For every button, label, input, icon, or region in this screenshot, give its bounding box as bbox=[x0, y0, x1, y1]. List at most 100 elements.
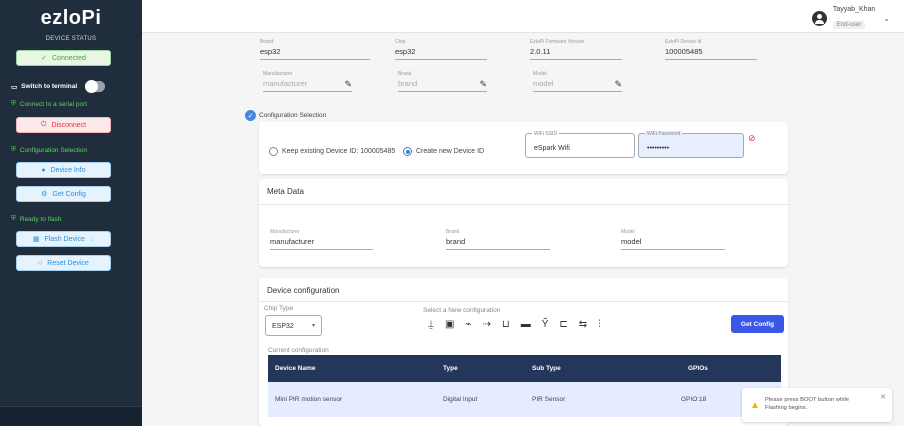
table-row[interactable]: Mini PIR motion sensor Digital Input PIR… bbox=[268, 382, 781, 417]
disconnect-button[interactable]: ⏻ Disconnect bbox=[16, 117, 111, 133]
eye-off-icon[interactable]: ⊘ bbox=[748, 133, 756, 144]
get-config-sidebar-button[interactable]: ⚙ Get Config bbox=[16, 186, 111, 202]
divider bbox=[259, 301, 788, 302]
wifi-ssid-label: WiFi SSID bbox=[532, 131, 560, 137]
chip-type-label: Chip Type bbox=[264, 305, 294, 312]
sidebar: ezloPi DEVICE STATUS ✓ Connected ▭ Switch … bbox=[0, 0, 142, 426]
config-selection-title: Configuration Selection bbox=[259, 112, 327, 119]
gear-icon: ⚙ bbox=[41, 191, 48, 198]
module-icon[interactable]: ▬ bbox=[521, 319, 531, 330]
device-id-field-value: 100005485 bbox=[665, 45, 757, 60]
chip-type-value: ESP32 bbox=[272, 323, 294, 330]
info-icon: ● bbox=[41, 166, 46, 174]
cell-gpios: GPIO:18 bbox=[681, 396, 707, 403]
device-config-title: Device configuration bbox=[267, 286, 340, 295]
config-table-header: Device Name Type Sub Type GPIOs bbox=[268, 355, 781, 382]
brand-field: Brand esp32 bbox=[260, 39, 370, 60]
get-config-sidebar-label: Get Config bbox=[52, 190, 86, 198]
avatar-icon bbox=[811, 11, 827, 26]
step-connect-serial: ⛨ Connect to a serial port bbox=[11, 100, 87, 108]
chip-type-select[interactable]: ESP32 ▾ bbox=[265, 315, 322, 336]
config-selection-card: Keep existing Device ID: 100005485 Creat… bbox=[259, 122, 788, 174]
firmware-field: EzloPi Firmware Version 2.0.11 bbox=[530, 39, 622, 60]
terminal-toggle[interactable] bbox=[85, 80, 106, 93]
connector-icon[interactable]: ⫶ bbox=[598, 319, 601, 330]
meta-model-value[interactable]: model bbox=[621, 235, 725, 250]
firmware-field-value: 2.0.11 bbox=[530, 45, 622, 60]
user-menu[interactable]: Tayyab_Khan End-user ⌄ bbox=[811, 6, 890, 31]
close-icon[interactable]: ✕ bbox=[880, 393, 886, 401]
meta-manufacturer-value[interactable]: manufacturer bbox=[270, 235, 373, 250]
pencil-icon[interactable]: ✎ bbox=[479, 79, 487, 90]
config-icon-row: ⍊ ▣ ⌁ ⇢ ⊔ ▬ Ỹ ⊏ ⇆ ⫶ bbox=[428, 319, 601, 330]
sensor-icon[interactable]: ⍊ bbox=[428, 319, 434, 330]
chip-field-value: esp32 bbox=[395, 45, 487, 60]
keep-existing-radio[interactable] bbox=[269, 147, 278, 156]
toast-notification: ▲ Please press BOOT button while Flashin… bbox=[742, 388, 892, 422]
col-device-name: Device Name bbox=[275, 365, 316, 372]
model-edit-field[interactable]: Model model ✎ bbox=[533, 71, 622, 92]
connected-button[interactable]: ✓ Connected bbox=[16, 50, 111, 66]
reset-icon: ○ bbox=[38, 259, 43, 267]
dropdown-arrow-icon: ▾ bbox=[311, 323, 315, 329]
col-type: Type bbox=[443, 365, 458, 372]
loop-icon[interactable]: ⇆ bbox=[579, 319, 587, 330]
get-config-button[interactable]: Get Config bbox=[731, 315, 784, 333]
shield-check-icon: ⛨ bbox=[11, 215, 16, 222]
meta-data-card: Meta Data Manufacturer manufacturer Brand… bbox=[259, 179, 788, 267]
pencil-icon[interactable]: ✎ bbox=[344, 79, 352, 90]
chip-field: Chip esp32 bbox=[395, 39, 487, 60]
flash-device-button[interactable]: ▦ Flash Device ◌ bbox=[16, 231, 111, 247]
disconnect-label: Disconnect bbox=[51, 121, 87, 129]
meta-model-field[interactable]: Model model bbox=[621, 229, 725, 250]
spinner-icon: ◌ bbox=[89, 235, 95, 243]
reset-device-button[interactable]: ○ Reset Device bbox=[16, 255, 111, 271]
app-logo: ezloPi bbox=[40, 6, 102, 29]
bracket-icon[interactable]: ⊔ bbox=[502, 319, 510, 330]
shield-check-icon: ⛨ bbox=[11, 100, 16, 107]
connected-label: Connected bbox=[52, 54, 86, 62]
terminal-icon: ▭ bbox=[11, 83, 18, 91]
brand-edit-field[interactable]: Brand brand ✎ bbox=[398, 71, 487, 92]
meta-brand-value[interactable]: brand bbox=[446, 235, 550, 250]
warning-icon: ▲ bbox=[750, 400, 760, 411]
relay-icon[interactable]: ▣ bbox=[445, 319, 454, 330]
meta-manufacturer-field[interactable]: Manufacturer manufacturer bbox=[270, 229, 373, 250]
check-circle-icon: ✓ bbox=[41, 55, 47, 62]
signal-icon[interactable]: ⌁ bbox=[465, 319, 471, 330]
cell-type: Digital Input bbox=[443, 396, 478, 403]
step-ready-flash: ⛨ Ready to flash bbox=[11, 215, 61, 223]
check-icon: ✓ bbox=[245, 110, 256, 121]
meta-brand-field[interactable]: Brand brand bbox=[446, 229, 550, 250]
antenna-icon[interactable]: Ỹ bbox=[542, 319, 549, 330]
flash-device-label: Flash Device bbox=[44, 235, 85, 243]
device-id-field: EzloPi Device Id 100005485 bbox=[665, 39, 757, 60]
model-edit-value[interactable]: model bbox=[533, 77, 622, 92]
create-new-option[interactable]: Create new Device ID bbox=[403, 147, 484, 156]
chevron-down-icon[interactable]: ⌄ bbox=[883, 14, 890, 23]
device-info-label: Device Info bbox=[50, 166, 86, 174]
keep-existing-label: Keep existing Device ID: 100005485 bbox=[282, 148, 396, 155]
board-icon[interactable]: ⊏ bbox=[559, 319, 567, 330]
device-status-title: DEVICE STATUS bbox=[45, 36, 97, 42]
divider bbox=[259, 204, 788, 205]
reset-device-label: Reset Device bbox=[47, 259, 89, 267]
create-new-radio[interactable] bbox=[403, 147, 412, 156]
device-info-button[interactable]: ● Device Info bbox=[16, 162, 111, 178]
keep-existing-option[interactable]: Keep existing Device ID: 100005485 bbox=[269, 147, 395, 156]
switch-terminal-row[interactable]: ▭ Switch to terminal bbox=[11, 80, 106, 93]
manufacturer-edit-value[interactable]: manufacturer bbox=[263, 77, 352, 92]
pencil-icon[interactable]: ✎ bbox=[614, 79, 622, 90]
col-gpios: GPIOs bbox=[688, 365, 708, 372]
power-icon: ⏻ bbox=[40, 121, 47, 128]
wifi-ssid-input[interactable]: WiFi SSID eSpark Wifi bbox=[525, 131, 635, 158]
wifi-password-input[interactable]: WiFi Password ••••••••• bbox=[638, 131, 744, 158]
wifi-password-value: ••••••••• bbox=[647, 145, 670, 152]
step-config-selection-label: Configuration Selection bbox=[19, 146, 88, 154]
wifi-password-label: WiFi Password bbox=[645, 131, 683, 137]
output-icon[interactable]: ⇢ bbox=[482, 319, 490, 330]
shield-check-icon: ⛨ bbox=[11, 146, 16, 153]
manufacturer-edit-field[interactable]: Manufacturer manufacturer ✎ bbox=[263, 71, 352, 92]
brand-edit-value[interactable]: brand bbox=[398, 77, 487, 92]
cell-sub-type: PIR Sensor bbox=[532, 396, 566, 403]
